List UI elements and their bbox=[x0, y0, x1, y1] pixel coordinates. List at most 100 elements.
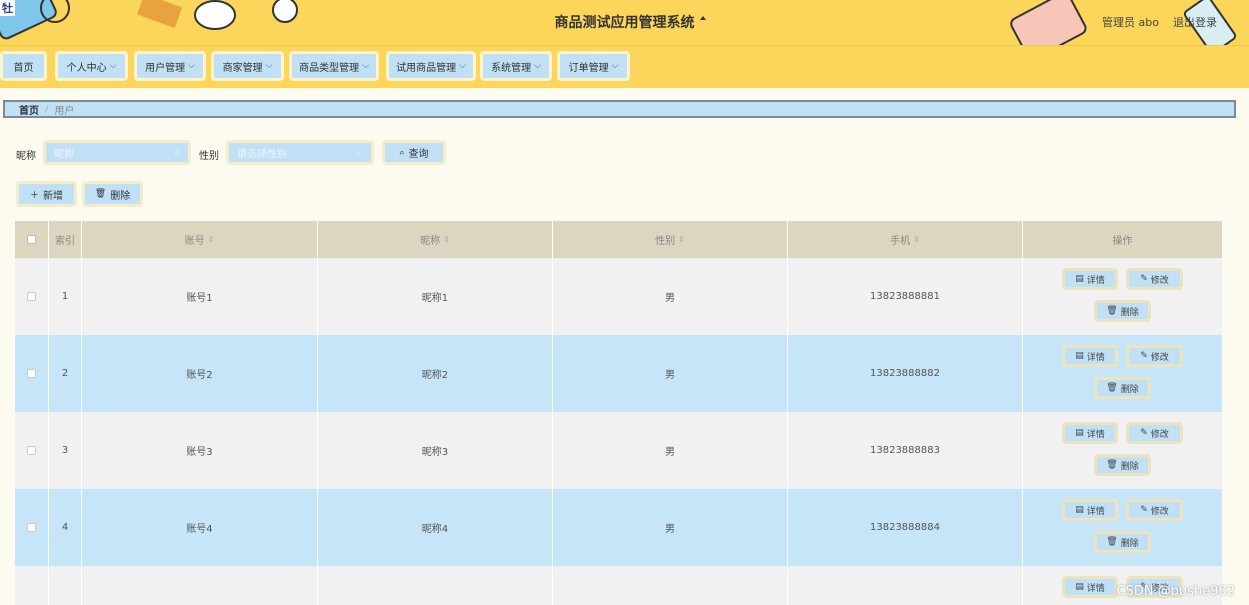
row-select-cell bbox=[15, 566, 49, 605]
nav-item-label: 用户管理 bbox=[145, 62, 186, 74]
row-delete-button[interactable]: 🗑 删除 bbox=[1094, 454, 1151, 476]
detail-button-label: 详情 bbox=[1086, 583, 1105, 594]
cell-phone: 13823888881 bbox=[788, 258, 1023, 335]
row-checkbox[interactable] bbox=[27, 369, 36, 378]
detail-button[interactable]: ▤ 详情 bbox=[1062, 345, 1118, 367]
nav-item-trial-product-management[interactable]: 试用商品管理 ⌵ bbox=[386, 51, 476, 81]
add-button-label: 新增 bbox=[43, 190, 63, 202]
breadcrumb-home[interactable]: 首页 bbox=[19, 102, 39, 117]
breadcrumb: 首页 / 用户 bbox=[3, 100, 1236, 118]
delete-button-label: 删除 bbox=[110, 190, 131, 202]
cell-phone: 13823888882 bbox=[788, 335, 1023, 412]
detail-button-label: 详情 bbox=[1086, 275, 1105, 286]
header-account[interactable]: 账号 ⇕ bbox=[82, 221, 318, 258]
row-delete-button[interactable]: 🗑 删除 bbox=[1094, 531, 1151, 553]
header-nickname-label: 昵称 bbox=[420, 236, 441, 247]
detail-button[interactable]: ▤ 详情 bbox=[1062, 499, 1118, 521]
edit-button[interactable]: ✎ 修改 bbox=[1126, 499, 1183, 521]
breadcrumb-current: 用户 bbox=[54, 105, 75, 117]
cell-nickname bbox=[318, 566, 553, 605]
logout-link[interactable]: 退出登录 bbox=[1173, 14, 1217, 30]
cell-gender: 男 bbox=[553, 412, 788, 489]
header-phone-label: 手机 bbox=[890, 236, 911, 247]
row-delete-button[interactable]: 🗑 删除 bbox=[1094, 377, 1151, 399]
detail-button[interactable]: ▤ 详情 bbox=[1062, 576, 1118, 598]
cell-nickname: 昵称2 bbox=[318, 335, 553, 412]
add-button[interactable]: ＋ 新增 bbox=[16, 181, 77, 207]
chevron-down-icon: ⌵ bbox=[459, 61, 466, 71]
cell-account: 账号1 bbox=[82, 258, 318, 335]
nav-item-user-management[interactable]: 用户管理 ⌵ bbox=[134, 51, 206, 81]
trash-icon: 🗑 bbox=[1106, 383, 1118, 393]
cell-gender: 男 bbox=[553, 335, 788, 412]
gender-select[interactable]: 请选择性别 ⌵ bbox=[226, 140, 374, 165]
app-header: 牡 商品测试应用管理系统 管理员 abo 退出登录 bbox=[0, 0, 1249, 45]
header-phone[interactable]: 手机 ⇕ bbox=[788, 221, 1023, 258]
nav-item-merchant-management[interactable]: 商家管理 ⌵ bbox=[211, 51, 284, 81]
pencil-icon: ✎ bbox=[1140, 505, 1148, 515]
pencil-icon: ✎ bbox=[1140, 428, 1148, 438]
edit-button-label: 修改 bbox=[1150, 429, 1169, 440]
table-header: 索引 账号 ⇕ 昵称 ⇕ 性别 ⇕ 手机 ⇕ 操作 bbox=[15, 221, 1222, 258]
batch-delete-button[interactable]: 🗑 删除 bbox=[82, 181, 143, 207]
document-icon: ▤ bbox=[1075, 351, 1084, 361]
table-row: 3 账号3 昵称3 男 13823888883 ▤ 详情 ✎ 修改 🗑 删除 bbox=[15, 412, 1222, 489]
chevron-down-icon: ⌵ bbox=[109, 61, 117, 71]
select-all-cell bbox=[15, 221, 49, 258]
row-delete-button[interactable]: 🗑 删除 bbox=[1094, 300, 1151, 322]
detail-button[interactable]: ▤ 详情 bbox=[1062, 422, 1118, 444]
row-delete-button-label: 删除 bbox=[1120, 307, 1139, 318]
row-delete-button-label: 删除 bbox=[1120, 384, 1139, 395]
chevron-down-icon: ⌵ bbox=[355, 147, 363, 158]
cell-phone: 13823888884 bbox=[788, 489, 1023, 566]
gender-label: 性别 bbox=[199, 151, 219, 162]
sort-icon: ⇕ bbox=[443, 235, 450, 244]
table-row: 4 账号4 昵称4 男 13823888884 ▤ 详情 ✎ 修改 🗑 删除 bbox=[15, 489, 1222, 566]
detail-button-label: 详情 bbox=[1086, 352, 1105, 363]
nav-item-home[interactable]: 首页 bbox=[0, 51, 47, 81]
nickname-search-input[interactable]: 昵称 ⌕ bbox=[43, 140, 191, 165]
edit-button-label: 修改 bbox=[1150, 275, 1169, 286]
cell-account: 账号4 bbox=[82, 489, 318, 566]
detail-button-label: 详情 bbox=[1086, 429, 1105, 440]
search-icon: ⌕ bbox=[174, 147, 180, 158]
main-nav: 首页 个人中心 ⌵ 用户管理 ⌵ 商家管理 ⌵ 商品类型管理 ⌵ 试用商品管理 ⌵ 系统管… bbox=[0, 45, 1249, 88]
nav-item-product-type-management[interactable]: 商品类型管理 ⌵ bbox=[289, 51, 379, 81]
header-ops-label: 操作 bbox=[1112, 236, 1133, 247]
edit-button[interactable]: ✎ 修改 bbox=[1126, 345, 1183, 367]
chevron-down-icon: ⌵ bbox=[611, 61, 619, 71]
row-select-cell bbox=[15, 489, 49, 566]
sort-icon: ⇕ bbox=[913, 235, 920, 244]
header-index-label: 索引 bbox=[55, 236, 75, 247]
cell-phone bbox=[788, 566, 1023, 605]
query-button-label: 查询 bbox=[408, 149, 429, 160]
nav-item-personal-center[interactable]: 个人中心 ⌵ bbox=[55, 51, 128, 81]
sort-icon: ⇕ bbox=[207, 235, 215, 244]
trash-icon: 🗑 bbox=[1106, 537, 1118, 547]
edit-button[interactable]: ✎ 修改 bbox=[1126, 422, 1183, 444]
row-checkbox[interactable] bbox=[27, 523, 36, 532]
select-all-checkbox[interactable] bbox=[27, 235, 36, 244]
cell-index: 1 bbox=[49, 258, 82, 335]
row-checkbox[interactable] bbox=[27, 292, 36, 301]
edit-button[interactable]: ✎ 修改 bbox=[1126, 268, 1183, 290]
row-delete-button-label: 删除 bbox=[1120, 461, 1139, 472]
admin-user-label: 管理员 abo bbox=[1102, 16, 1159, 29]
pencil-icon: ✎ bbox=[1140, 351, 1148, 361]
query-button[interactable]: ⌕ 查询 bbox=[382, 140, 446, 165]
header-gender[interactable]: 性别 ⇕ bbox=[553, 221, 788, 258]
nav-item-system-management[interactable]: 系统管理 ⌵ bbox=[480, 51, 552, 81]
row-select-cell bbox=[15, 335, 49, 412]
nav-item-order-management[interactable]: 订单管理 ⌵ bbox=[557, 51, 630, 81]
document-icon: ▤ bbox=[1075, 505, 1084, 515]
nav-item-label: 订单管理 bbox=[568, 62, 609, 74]
header-nickname[interactable]: 昵称 ⇕ bbox=[318, 221, 553, 258]
cell-index bbox=[49, 566, 82, 605]
sort-icon: ⇕ bbox=[678, 235, 685, 244]
detail-button[interactable]: ▤ 详情 bbox=[1062, 268, 1118, 290]
header-account-label: 账号 bbox=[184, 236, 205, 247]
cell-index: 4 bbox=[49, 489, 82, 566]
cell-gender bbox=[553, 566, 788, 605]
row-checkbox[interactable] bbox=[27, 446, 36, 455]
chevron-down-icon: ⌵ bbox=[534, 61, 541, 71]
